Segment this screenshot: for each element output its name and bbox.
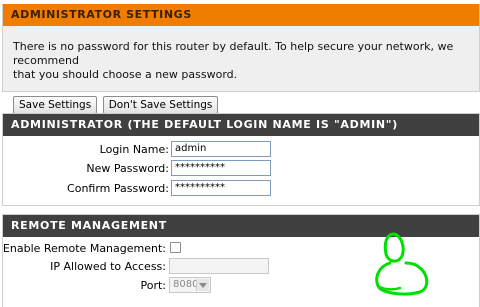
green-scribble-icon: [375, 232, 429, 296]
port-value: 8080: [173, 279, 199, 290]
ip-allowed-input[interactable]: [169, 258, 269, 274]
button-row: Save Settings Don't Save Settings: [13, 96, 471, 114]
port-label: Port:: [140, 279, 166, 292]
login-name-input[interactable]: admin: [171, 141, 271, 157]
administrator-title: ADMINISTRATOR (THE DEFAULT LOGIN NAME IS…: [3, 114, 479, 136]
save-settings-button[interactable]: Save Settings: [13, 96, 98, 114]
description-line-1: There is no password for this router by …: [13, 40, 454, 67]
ip-allowed-label: IP Allowed to Access:: [50, 260, 166, 273]
confirm-password-input[interactable]: **********: [171, 180, 271, 196]
chevron-down-icon: [196, 279, 209, 291]
port-row: Port:: [3, 278, 166, 294]
new-password-input[interactable]: **********: [171, 160, 271, 176]
login-name-label: Login Name:: [99, 143, 169, 156]
enable-remote-row: Enable Remote Management:: [3, 241, 166, 257]
new-password-label: New Password:: [86, 162, 169, 175]
confirm-password-row: Confirm Password:: [3, 181, 169, 197]
enable-remote-management-label: Enable Remote Management:: [2, 242, 166, 255]
admin-settings-title: ADMINISTRATOR SETTINGS: [3, 4, 479, 26]
new-password-row: New Password:: [3, 161, 169, 177]
login-name-row: Login Name:: [3, 142, 169, 158]
admin-settings-description: There is no password for this router by …: [13, 40, 471, 82]
confirm-password-label: Confirm Password:: [67, 182, 169, 195]
port-select[interactable]: 8080: [169, 277, 211, 293]
admin-settings-section: ADMINISTRATOR SETTINGS There is no passw…: [2, 4, 480, 114]
ip-allowed-row: IP Allowed to Access:: [3, 259, 166, 275]
description-line-2: that you should choose a new password.: [13, 68, 238, 81]
administrator-section: ADMINISTRATOR (THE DEFAULT LOGIN NAME IS…: [2, 113, 480, 206]
enable-remote-management-checkbox[interactable]: [170, 242, 181, 253]
dont-save-settings-button[interactable]: Don't Save Settings: [102, 96, 219, 114]
